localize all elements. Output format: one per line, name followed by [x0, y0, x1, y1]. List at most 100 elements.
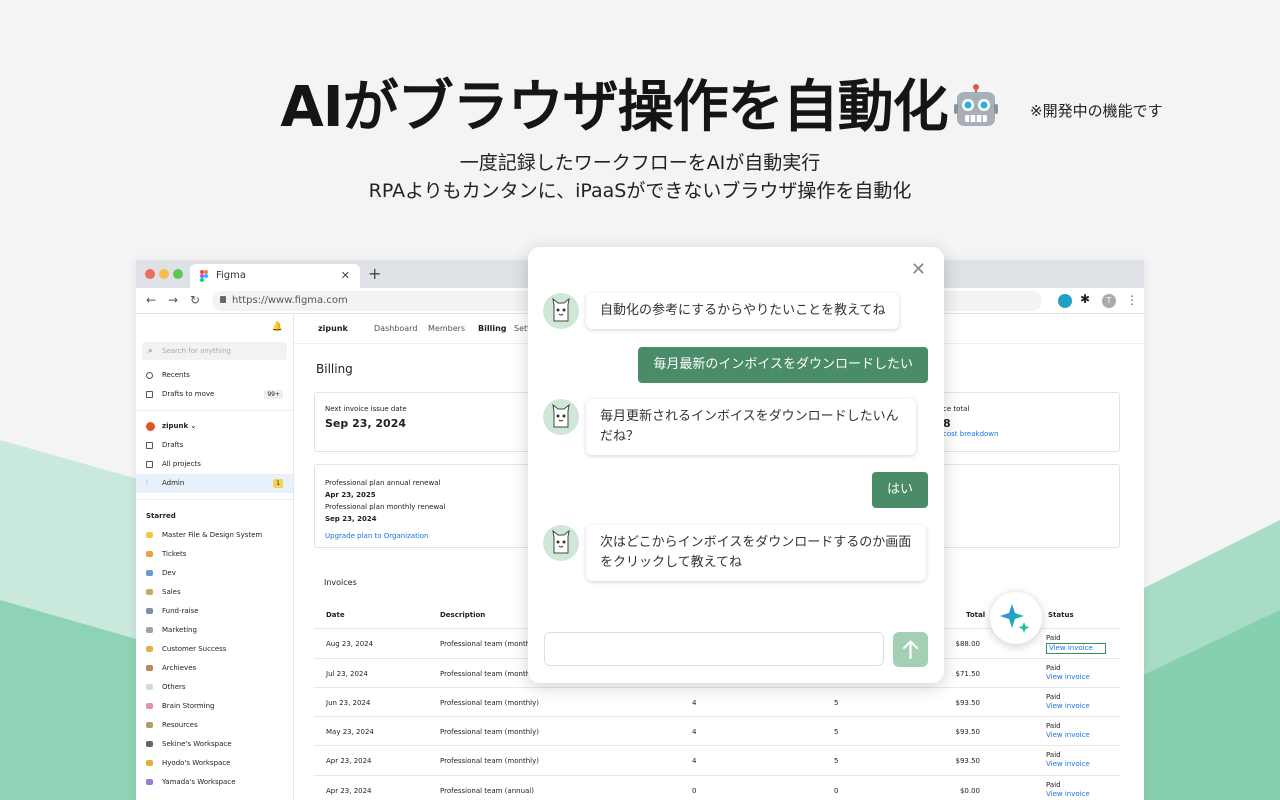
cell-status: Paid View invoice: [1046, 751, 1090, 769]
sidebar-item-admin[interactable]: ⫶ Admin 1: [136, 474, 293, 493]
chat-input[interactable]: [544, 632, 884, 666]
view-invoice-link[interactable]: View invoice: [1046, 702, 1090, 711]
close-icon[interactable]: ✕: [911, 259, 926, 280]
cell-total: $93.50: [955, 757, 981, 766]
cell-date: Aug 23, 2024: [326, 640, 374, 649]
sidebar-starred-item[interactable]: Brain Storming: [136, 697, 293, 716]
header-status: Status: [1048, 611, 1074, 619]
table-row: Apr 23, 2024 Professional team (annual) 0 0…: [314, 776, 1120, 800]
extension-icon[interactable]: [1058, 294, 1072, 308]
sidebar-search-input[interactable]: ⌕ Search for anything: [142, 342, 287, 360]
plan-block: Professional plan annual renewal Apr 23,…: [325, 477, 445, 542]
sidebar-item-label: Master File & Design System: [162, 531, 263, 539]
cat-icon: [552, 529, 570, 554]
folder-emoji-icon: [146, 779, 153, 785]
plan-monthly-date: Sep 23, 2024: [325, 515, 377, 523]
view-invoice-link[interactable]: View invoice: [1046, 643, 1106, 655]
cat-icon: [552, 297, 570, 322]
cell-date: Apr 23, 2024: [326, 757, 372, 766]
status-text: Paid: [1046, 634, 1061, 643]
profile-icon[interactable]: T: [1102, 294, 1116, 308]
status-text: Paid: [1046, 722, 1061, 731]
puzzle-icon[interactable]: ✱: [1080, 292, 1094, 306]
sidebar-starred-item[interactable]: Tickets: [136, 545, 293, 564]
forward-icon[interactable]: →: [168, 293, 178, 307]
sidebar-starred-item[interactable]: Sekine's Workspace: [136, 735, 293, 754]
browser-tab[interactable]: Figma ✕: [190, 264, 360, 288]
back-icon[interactable]: ←: [146, 293, 156, 307]
sidebar-item-label: Resources: [162, 721, 198, 729]
cell-qty-b: 5: [834, 728, 839, 737]
folder-emoji-icon: [146, 760, 153, 766]
sidebar-starred-item[interactable]: Fund-raise: [136, 602, 293, 621]
view-invoice-link[interactable]: View invoice: [1046, 673, 1090, 682]
chat-panel: ✕ 自動化の参考にするからやりたいことを教えてね 毎月最新のインボイスをダウンロー…: [528, 247, 944, 683]
cost-breakdown-link[interactable]: cost breakdown: [943, 430, 998, 438]
sidebar-item-label: Sales: [162, 588, 181, 596]
upgrade-plan-link[interactable]: Upgrade plan to Organization: [325, 530, 445, 542]
view-invoice-link[interactable]: View invoice: [1046, 760, 1090, 769]
view-invoice-link[interactable]: View invoice: [1046, 731, 1090, 740]
tab-billing[interactable]: Billing: [478, 324, 507, 333]
tab-members[interactable]: Members: [428, 324, 465, 333]
sidebar-starred-item[interactable]: Dev: [136, 564, 293, 583]
sidebar-item-label: Archieves: [162, 664, 197, 672]
cell-qty-a: 4: [692, 757, 697, 766]
cell-date: Jul 23, 2024: [326, 669, 368, 678]
robot-icon: [952, 79, 1000, 127]
plan-monthly-label: Professional plan monthly renewal: [325, 503, 446, 511]
new-tab-icon[interactable]: +: [368, 264, 381, 283]
sidebar-starred-item[interactable]: Yamada's Workspace: [136, 773, 293, 792]
sidebar-item-drafts-to-move[interactable]: Drafts to move 99+: [136, 385, 293, 404]
sidebar-item-drafts[interactable]: Drafts: [136, 436, 293, 455]
sidebar-starred-item[interactable]: Archieves: [136, 659, 293, 678]
close-tab-icon[interactable]: ✕: [341, 269, 350, 282]
folder-emoji-icon: [146, 532, 153, 538]
sidebar-starred-item[interactable]: Master File & Design System: [136, 526, 293, 545]
ai-assistant-button[interactable]: [990, 592, 1042, 644]
team-name: zipunk: [162, 422, 189, 430]
menu-icon[interactable]: ⋮: [1126, 293, 1138, 307]
header-total: Total: [966, 611, 986, 619]
sidebar-starred-item[interactable]: Sales: [136, 583, 293, 602]
close-window-icon[interactable]: [145, 269, 155, 279]
status-text: Paid: [1046, 663, 1061, 672]
next-invoice-date: Sep 23, 2024: [325, 417, 407, 430]
lock-icon: [220, 296, 226, 303]
total-block: ce total 8 cost breakdown: [943, 405, 998, 438]
bot-message: 毎月更新されるインボイスをダウンロードしたいんだね？: [586, 399, 916, 455]
bot-avatar: [543, 293, 579, 329]
cell-qty-b: 0: [834, 786, 839, 795]
table-row: May 23, 2024 Professional team (monthly) 4…: [314, 717, 1120, 747]
notification-bell-icon[interactable]: 🔔: [272, 322, 283, 332]
tab-dashboard[interactable]: Dashboard: [374, 324, 417, 333]
search-placeholder: Search for anything: [162, 347, 231, 355]
sidebar-item-all-projects[interactable]: All projects: [136, 455, 293, 474]
cell-status: Paid View invoice: [1046, 634, 1106, 655]
file-icon: [146, 391, 153, 398]
team-switcher[interactable]: zipunk ⌄: [136, 417, 293, 436]
maximize-window-icon[interactable]: [173, 269, 183, 279]
cell-description: Professional team (monthly): [440, 757, 539, 766]
reload-icon[interactable]: ↻: [190, 293, 200, 307]
folder-emoji-icon: [146, 570, 153, 576]
cell-description: Professional team (annual): [440, 786, 534, 795]
plan-annual-label: Professional plan annual renewal: [325, 479, 441, 487]
status-text: Paid: [1046, 751, 1061, 760]
hero-title-text: AIがブラウザ操作を自動化: [280, 75, 948, 140]
sidebar-starred-item[interactable]: Customer Success: [136, 640, 293, 659]
cell-description: Professional team (monthly): [440, 728, 539, 737]
sidebar-starred-item[interactable]: Resources: [136, 716, 293, 735]
sidebar-starred-item[interactable]: Others: [136, 678, 293, 697]
search-icon: ⌕: [148, 346, 153, 355]
view-invoice-link[interactable]: View invoice: [1046, 790, 1090, 799]
sidebar-item-label: Fund-raise: [162, 607, 199, 615]
sidebar-item-recents[interactable]: Recents: [136, 366, 293, 385]
send-button[interactable]: [893, 632, 928, 667]
sidebar-starred-item[interactable]: Marketing: [136, 621, 293, 640]
cell-qty-a: 0: [692, 786, 697, 795]
minimize-window-icon[interactable]: [159, 269, 169, 279]
sidebar-starred-item[interactable]: Hyodo's Workspace: [136, 754, 293, 773]
folder-emoji-icon: [146, 703, 153, 709]
page-title: Billing: [316, 362, 353, 376]
